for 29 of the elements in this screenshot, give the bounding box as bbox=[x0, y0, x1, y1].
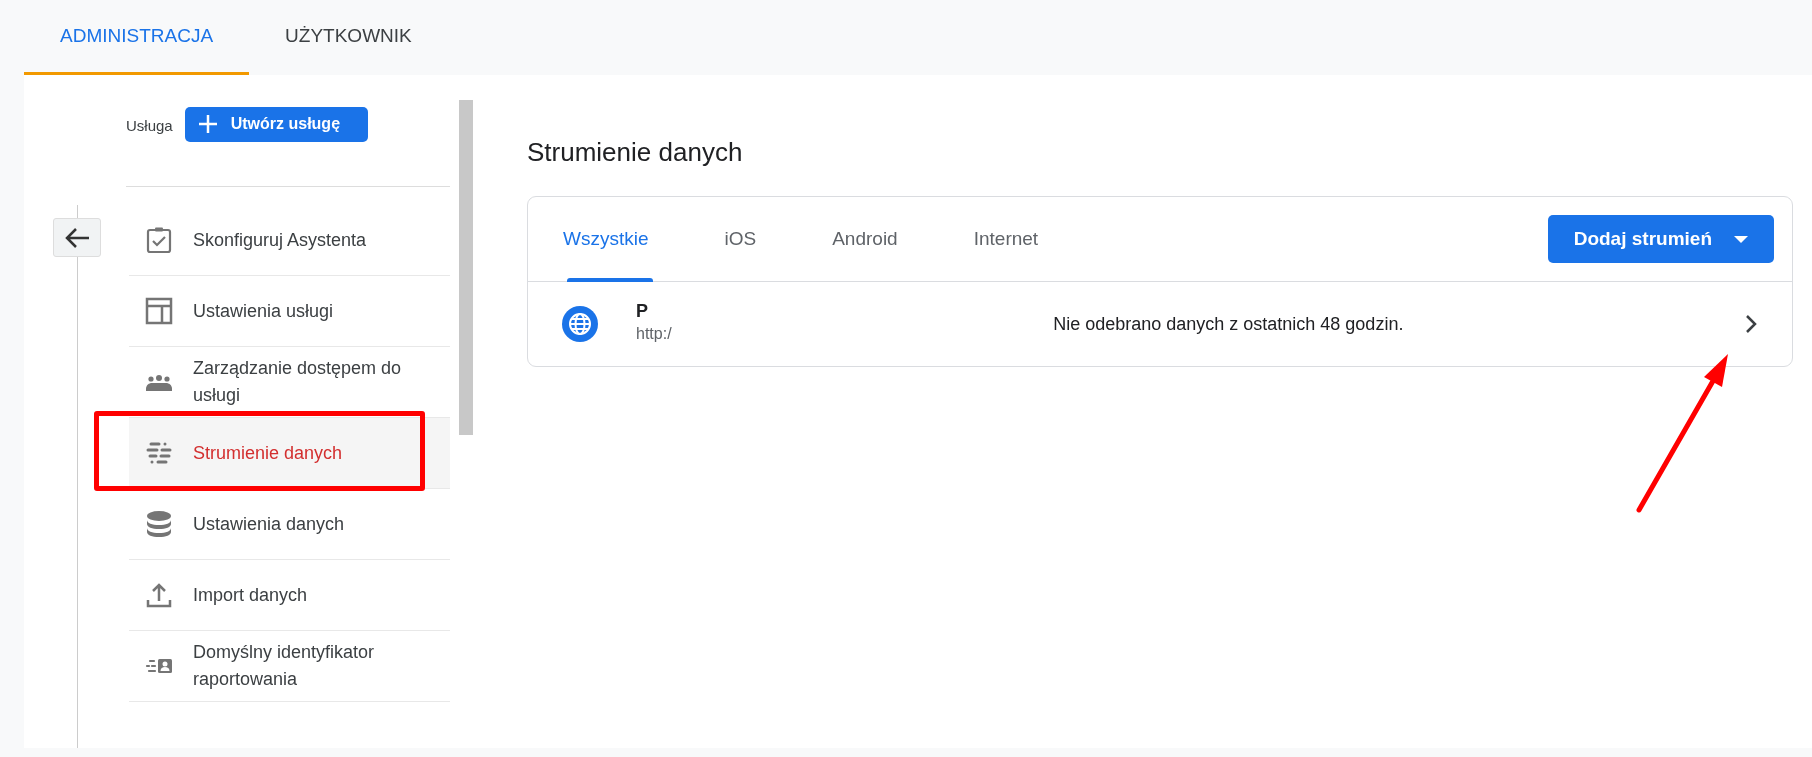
back-button[interactable] bbox=[53, 218, 101, 257]
globe-icon bbox=[562, 306, 598, 343]
menu-item[interactable]: Import danych bbox=[129, 560, 450, 631]
plus-icon bbox=[198, 115, 217, 133]
scrollbar-thumb[interactable] bbox=[459, 100, 473, 435]
create-property-button[interactable]: Utwórz usługę bbox=[184, 107, 369, 142]
layout-icon bbox=[145, 297, 173, 325]
menu-item[interactable]: Strumienie danych bbox=[129, 418, 450, 489]
database-icon bbox=[145, 510, 173, 538]
add-stream-button[interactable]: Dodaj strumień bbox=[1547, 215, 1774, 264]
property-label: Usługa bbox=[126, 116, 173, 136]
dropdown-caret-icon bbox=[1734, 235, 1748, 243]
stream-tab[interactable]: Android bbox=[832, 196, 898, 282]
stream-url: http:/ bbox=[636, 324, 672, 345]
upload-icon bbox=[145, 581, 173, 609]
menu-item[interactable]: Ustawienia danych bbox=[129, 489, 450, 560]
stream-name: P bbox=[636, 302, 649, 323]
clipboard-check-icon bbox=[145, 226, 173, 254]
back-arrow-icon bbox=[64, 226, 90, 249]
page-title: Strumienie danych bbox=[527, 137, 744, 169]
top-tab[interactable]: UŻYTKOWNIK bbox=[249, 0, 448, 75]
menu-item[interactable]: Ustawienia usługi bbox=[129, 276, 450, 347]
stream-row[interactable]: P http:/ Nie odebrano danych z ostatnich 48 godzin. bbox=[528, 282, 1792, 367]
menu-item[interactable]: Skonfiguruj Asystenta bbox=[129, 205, 450, 276]
stream-tab[interactable]: Internet bbox=[973, 196, 1039, 282]
stream-tab[interactable]: iOS bbox=[724, 196, 757, 282]
menu-item[interactable]: Domyślny identyfikator raportowania bbox=[129, 631, 450, 702]
stream-status: Nie odebrano danych z ostatnich 48 godzin. bbox=[1053, 312, 1404, 336]
chevron-right-icon bbox=[1745, 315, 1757, 334]
